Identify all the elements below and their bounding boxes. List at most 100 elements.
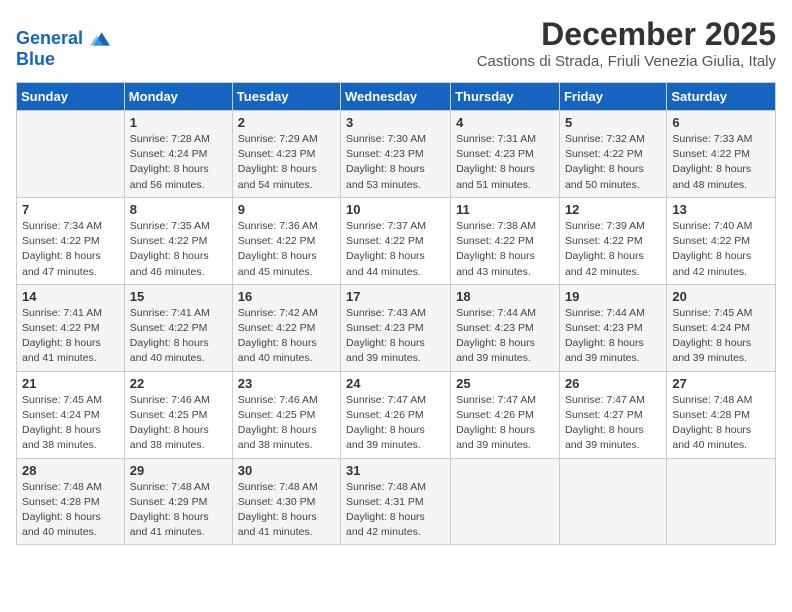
calendar-week-1: 1 Sunrise: 7:28 AM Sunset: 4:24 PM Daylig…: [17, 111, 776, 198]
day-info: Sunrise: 7:43 AM Sunset: 4:23 PM Dayligh…: [346, 306, 445, 367]
calendar-week-2: 7 Sunrise: 7:34 AM Sunset: 4:22 PM Daylig…: [17, 197, 776, 284]
logo-text: General: [16, 29, 110, 49]
day-number: 3: [346, 115, 445, 130]
day-info: Sunrise: 7:48 AM Sunset: 4:30 PM Dayligh…: [238, 480, 335, 541]
calendar-cell: 10Sunrise: 7:37 AM Sunset: 4:22 PM Dayli…: [341, 197, 451, 284]
header-sunday: Sunday: [17, 83, 125, 111]
calendar-cell: 9Sunrise: 7:36 AM Sunset: 4:22 PM Daylig…: [232, 197, 340, 284]
day-info: Sunrise: 7:28 AM Sunset: 4:24 PM Dayligh…: [130, 132, 227, 193]
day-info: Sunrise: 7:32 AM Sunset: 4:22 PM Dayligh…: [565, 132, 661, 193]
calendar-cell: 28 Sunrise: 7:48 AM Sunset: 4:28 PM Dayli…: [17, 458, 125, 545]
calendar-cell: 15 Sunrise: 7:41 AM Sunset: 4:22 PM Dayli…: [124, 284, 232, 371]
day-number: 21: [22, 376, 119, 391]
calendar-cell: [451, 458, 560, 545]
calendar-cell: 20Sunrise: 7:45 AM Sunset: 4:24 PM Dayli…: [667, 284, 776, 371]
day-info: Sunrise: 7:39 AM Sunset: 4:22 PM Dayligh…: [565, 219, 661, 280]
logo: General Blue: [16, 29, 110, 70]
page-header: General Blue December 2025 Castions di S…: [16, 16, 776, 74]
day-info: Sunrise: 7:41 AM Sunset: 4:22 PM Dayligh…: [22, 306, 119, 367]
calendar-cell: 1 Sunrise: 7:28 AM Sunset: 4:24 PM Daylig…: [124, 111, 232, 198]
day-number: 9: [238, 202, 335, 217]
day-number: 5: [565, 115, 661, 130]
day-number: 28: [22, 463, 119, 478]
day-info: Sunrise: 7:35 AM Sunset: 4:22 PM Dayligh…: [130, 219, 227, 280]
calendar-cell: 22Sunrise: 7:46 AM Sunset: 4:25 PM Dayli…: [124, 371, 232, 458]
day-info: Sunrise: 7:47 AM Sunset: 4:26 PM Dayligh…: [346, 393, 445, 454]
day-number: 29: [130, 463, 227, 478]
logo-blue: Blue: [16, 49, 110, 70]
day-info: Sunrise: 7:46 AM Sunset: 4:25 PM Dayligh…: [238, 393, 335, 454]
day-number: 16: [238, 289, 335, 304]
calendar-cell: 17 Sunrise: 7:43 AM Sunset: 4:23 PM Dayli…: [341, 284, 451, 371]
calendar-cell: 24Sunrise: 7:47 AM Sunset: 4:26 PM Dayli…: [341, 371, 451, 458]
header-tuesday: Tuesday: [232, 83, 340, 111]
calendar-cell: 13 Sunrise: 7:40 AM Sunset: 4:22 PM Dayli…: [667, 197, 776, 284]
header-thursday: Thursday: [451, 83, 560, 111]
calendar-cell: 29 Sunrise: 7:48 AM Sunset: 4:29 PM Dayli…: [124, 458, 232, 545]
calendar-cell: 18 Sunrise: 7:44 AM Sunset: 4:23 PM Dayli…: [451, 284, 560, 371]
day-number: 17: [346, 289, 445, 304]
title-section: December 2025 Castions di Strada, Friuli…: [477, 16, 776, 70]
day-info: Sunrise: 7:47 AM Sunset: 4:27 PM Dayligh…: [565, 393, 661, 454]
day-number: 4: [456, 115, 554, 130]
day-info: Sunrise: 7:48 AM Sunset: 4:29 PM Dayligh…: [130, 480, 227, 541]
day-info: Sunrise: 7:46 AM Sunset: 4:25 PM Dayligh…: [130, 393, 227, 454]
day-info: Sunrise: 7:44 AM Sunset: 4:23 PM Dayligh…: [565, 306, 661, 367]
day-number: 7: [22, 202, 119, 217]
day-number: 13: [672, 202, 770, 217]
calendar-cell: 11Sunrise: 7:38 AM Sunset: 4:22 PM Dayli…: [451, 197, 560, 284]
calendar-cell: 3 Sunrise: 7:30 AM Sunset: 4:23 PM Daylig…: [341, 111, 451, 198]
day-number: 27: [672, 376, 770, 391]
day-info: Sunrise: 7:48 AM Sunset: 4:28 PM Dayligh…: [22, 480, 119, 541]
day-number: 1: [130, 115, 227, 130]
day-number: 20: [672, 289, 770, 304]
day-number: 15: [130, 289, 227, 304]
calendar-cell: [667, 458, 776, 545]
day-info: Sunrise: 7:38 AM Sunset: 4:22 PM Dayligh…: [456, 219, 554, 280]
day-number: 2: [238, 115, 335, 130]
month-title: December 2025: [477, 16, 776, 53]
calendar-cell: 30 Sunrise: 7:48 AM Sunset: 4:30 PM Dayli…: [232, 458, 340, 545]
calendar-cell: 21 Sunrise: 7:45 AM Sunset: 4:24 PM Dayli…: [17, 371, 125, 458]
calendar-cell: 31Sunrise: 7:48 AM Sunset: 4:31 PM Dayli…: [341, 458, 451, 545]
calendar-cell: 23 Sunrise: 7:46 AM Sunset: 4:25 PM Dayli…: [232, 371, 340, 458]
day-info: Sunrise: 7:40 AM Sunset: 4:22 PM Dayligh…: [672, 219, 770, 280]
day-number: 19: [565, 289, 661, 304]
day-info: Sunrise: 7:44 AM Sunset: 4:23 PM Dayligh…: [456, 306, 554, 367]
day-number: 18: [456, 289, 554, 304]
calendar-cell: 16 Sunrise: 7:42 AM Sunset: 4:22 PM Dayli…: [232, 284, 340, 371]
calendar-cell: [559, 458, 666, 545]
calendar-cell: 4 Sunrise: 7:31 AM Sunset: 4:23 PM Daylig…: [451, 111, 560, 198]
header-saturday: Saturday: [667, 83, 776, 111]
calendar-cell: 25Sunrise: 7:47 AM Sunset: 4:26 PM Dayli…: [451, 371, 560, 458]
day-info: Sunrise: 7:31 AM Sunset: 4:23 PM Dayligh…: [456, 132, 554, 193]
calendar-week-4: 21 Sunrise: 7:45 AM Sunset: 4:24 PM Dayli…: [17, 371, 776, 458]
day-number: 26: [565, 376, 661, 391]
day-info: Sunrise: 7:29 AM Sunset: 4:23 PM Dayligh…: [238, 132, 335, 193]
day-number: 30: [238, 463, 335, 478]
day-info: Sunrise: 7:45 AM Sunset: 4:24 PM Dayligh…: [22, 393, 119, 454]
calendar-cell: 27Sunrise: 7:48 AM Sunset: 4:28 PM Dayli…: [667, 371, 776, 458]
day-info: Sunrise: 7:30 AM Sunset: 4:23 PM Dayligh…: [346, 132, 445, 193]
calendar-cell: 26 Sunrise: 7:47 AM Sunset: 4:27 PM Dayli…: [559, 371, 666, 458]
calendar-cell: 14 Sunrise: 7:41 AM Sunset: 4:22 PM Dayli…: [17, 284, 125, 371]
location-subtitle: Castions di Strada, Friuli Venezia Giuli…: [477, 53, 776, 70]
calendar-cell: 19 Sunrise: 7:44 AM Sunset: 4:23 PM Dayli…: [559, 284, 666, 371]
day-info: Sunrise: 7:41 AM Sunset: 4:22 PM Dayligh…: [130, 306, 227, 367]
calendar-cell: 6Sunrise: 7:33 AM Sunset: 4:22 PM Daylig…: [667, 111, 776, 198]
day-info: Sunrise: 7:42 AM Sunset: 4:22 PM Dayligh…: [238, 306, 335, 367]
day-number: 8: [130, 202, 227, 217]
calendar-header-row: SundayMondayTuesdayWednesdayThursdayFrid…: [17, 83, 776, 111]
calendar-cell: 5 Sunrise: 7:32 AM Sunset: 4:22 PM Daylig…: [559, 111, 666, 198]
calendar-cell: 7 Sunrise: 7:34 AM Sunset: 4:22 PM Daylig…: [17, 197, 125, 284]
day-number: 23: [238, 376, 335, 391]
day-info: Sunrise: 7:34 AM Sunset: 4:22 PM Dayligh…: [22, 219, 119, 280]
day-info: Sunrise: 7:37 AM Sunset: 4:22 PM Dayligh…: [346, 219, 445, 280]
day-info: Sunrise: 7:47 AM Sunset: 4:26 PM Dayligh…: [456, 393, 554, 454]
calendar-week-5: 28 Sunrise: 7:48 AM Sunset: 4:28 PM Dayli…: [17, 458, 776, 545]
header-wednesday: Wednesday: [341, 83, 451, 111]
calendar-cell: 2 Sunrise: 7:29 AM Sunset: 4:23 PM Daylig…: [232, 111, 340, 198]
header-monday: Monday: [124, 83, 232, 111]
day-number: 14: [22, 289, 119, 304]
header-friday: Friday: [559, 83, 666, 111]
